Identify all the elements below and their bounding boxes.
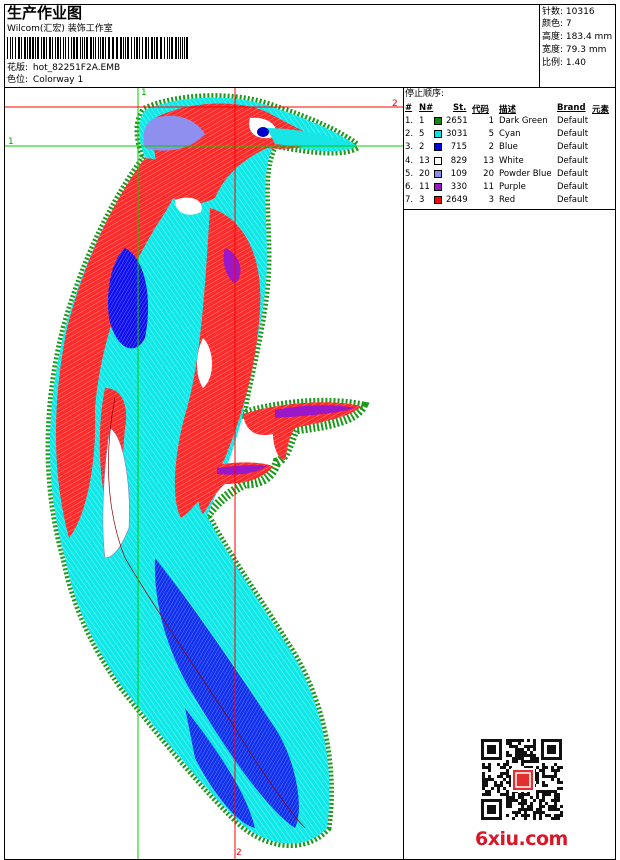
col-st: St. bbox=[453, 103, 467, 113]
row-needle: 13 bbox=[419, 155, 430, 166]
col-brand: Brand bbox=[557, 103, 586, 113]
row-needle: 20 bbox=[419, 168, 430, 179]
pattern-label: 花版: bbox=[7, 63, 29, 73]
row-index: 7. bbox=[405, 195, 414, 206]
qr-code bbox=[481, 739, 565, 821]
row-index: 3. bbox=[405, 142, 414, 153]
row-description: Dark Green bbox=[499, 116, 548, 126]
stat-stitches: 针数: 10316 bbox=[542, 7, 595, 17]
marker-horiz-right: 2 bbox=[392, 99, 398, 109]
row-code: 3 bbox=[488, 195, 494, 206]
stat-height: 高度: 183.4 mm bbox=[542, 32, 613, 42]
row-stitches: 109 bbox=[450, 168, 467, 179]
color-swatch bbox=[434, 143, 442, 152]
row-stitches: 2651 bbox=[446, 116, 468, 126]
row-brand: Default bbox=[557, 129, 589, 140]
row-code: 11 bbox=[483, 182, 494, 192]
row-code: 5 bbox=[488, 129, 494, 140]
color-swatch bbox=[434, 117, 442, 125]
marker-vert-top: 1 bbox=[141, 88, 147, 98]
page-title: 生产作业图 bbox=[7, 4, 83, 22]
watermark-text: 6xiu.com bbox=[475, 828, 568, 850]
row-brand: Default bbox=[557, 168, 589, 179]
row-code: 1 bbox=[488, 116, 494, 126]
stop-sequence-title: 停止顺序: bbox=[405, 89, 445, 99]
row-description: Purple bbox=[499, 182, 526, 192]
row-brand: Default bbox=[557, 116, 589, 126]
row-brand: Default bbox=[557, 182, 589, 192]
colorway-line: 色位: Colorway 1 bbox=[7, 75, 83, 86]
eye bbox=[257, 127, 269, 137]
row-code: 20 bbox=[483, 168, 494, 179]
row-needle: 3 bbox=[419, 195, 425, 206]
col-code: 代码 bbox=[472, 105, 490, 115]
row-description: Red bbox=[499, 195, 516, 206]
row-index: 4. bbox=[405, 155, 414, 166]
row-stitches: 715 bbox=[450, 142, 467, 153]
row-code: 2 bbox=[488, 142, 494, 153]
row-brand: Default bbox=[557, 195, 589, 206]
pattern-value: hot_82251F2A.EMB bbox=[32, 63, 121, 73]
stat-colors: 颜色: 7 bbox=[542, 19, 572, 29]
barcode bbox=[7, 37, 188, 59]
stat-width: 宽度: 79.3 mm bbox=[542, 45, 607, 55]
row-brand: Default bbox=[557, 142, 589, 153]
color-swatch bbox=[434, 169, 442, 178]
stat-scale: 比例: 1.40 bbox=[542, 58, 586, 68]
row-needle: 5 bbox=[419, 129, 425, 140]
pattern-line: 花版: hot_82251F2A.EMB bbox=[7, 63, 120, 74]
col-element: 元素 bbox=[592, 105, 610, 115]
row-index: 5. bbox=[405, 168, 414, 179]
row-needle: 2 bbox=[419, 142, 425, 153]
row-needle: 11 bbox=[419, 182, 430, 192]
row-stitches: 3031 bbox=[446, 129, 468, 140]
row-description: Powder Blue bbox=[499, 168, 552, 179]
row-index: 1. bbox=[405, 116, 414, 126]
marker-vert-bottom: 2 bbox=[236, 848, 242, 858]
col-n: N# bbox=[419, 103, 434, 113]
row-brand: Default bbox=[557, 155, 589, 166]
row-stitches: 829 bbox=[450, 155, 467, 166]
row-description: White bbox=[499, 155, 524, 166]
row-description: Blue bbox=[499, 142, 518, 153]
row-code: 13 bbox=[483, 155, 494, 166]
color-swatch bbox=[434, 156, 442, 165]
colorway-value: Colorway 1 bbox=[32, 75, 84, 85]
row-stitches: 2649 bbox=[446, 195, 468, 206]
color-swatch bbox=[434, 183, 442, 191]
company-name: Wilcom(汇宏) 装饰工作室 bbox=[7, 24, 113, 34]
color-swatch bbox=[434, 196, 442, 205]
color-swatch bbox=[434, 130, 442, 139]
colorway-label: 色位: bbox=[7, 75, 29, 85]
marker-horiz-left: 1 bbox=[8, 137, 14, 147]
row-needle: 1 bbox=[419, 116, 425, 126]
row-index: 6. bbox=[405, 182, 414, 192]
col-desc: 描述 bbox=[499, 105, 517, 115]
row-description: Cyan bbox=[499, 129, 521, 140]
row-index: 2. bbox=[405, 129, 414, 140]
col-idx: # bbox=[405, 103, 413, 113]
row-stitches: 330 bbox=[450, 182, 467, 192]
embroidery-preview bbox=[5, 88, 403, 859]
